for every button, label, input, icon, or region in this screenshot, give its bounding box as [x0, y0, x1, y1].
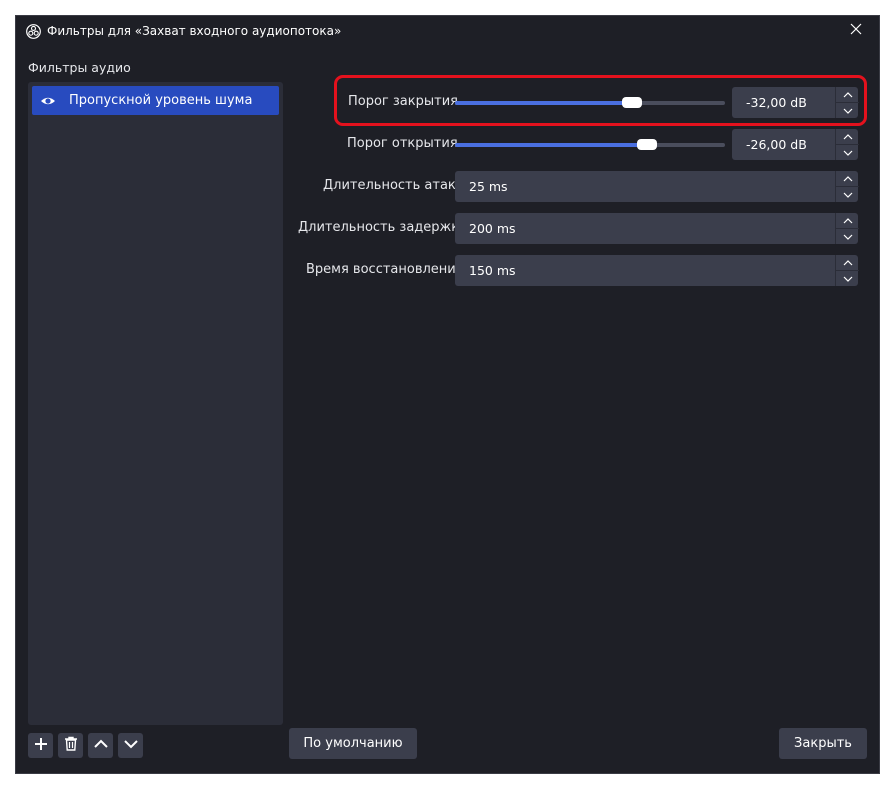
open-threshold-slider-handle[interactable]: [636, 139, 657, 150]
add-filter-button[interactable]: [28, 733, 53, 758]
hold-time-label: Длительность задержки: [298, 220, 468, 235]
plus-icon: [34, 737, 48, 755]
release-time-increase-button[interactable]: [835, 255, 859, 271]
open-threshold-spin-arrows: [835, 129, 859, 160]
title-bar: Фильтры для «Захват входного аудиопотока…: [16, 16, 879, 46]
chevron-up-icon: [843, 129, 853, 144]
chevron-down-icon: [843, 229, 853, 244]
chevron-down-icon: [843, 271, 853, 286]
chevron-up-icon: [93, 738, 108, 753]
close-threshold-slider[interactable]: [455, 97, 725, 108]
close-threshold-label: Порог закрытия: [348, 94, 458, 109]
chevron-up-icon: [843, 171, 853, 186]
attack-time-decrease-button[interactable]: [835, 187, 859, 202]
attack-time-spinbox[interactable]: 25 ms: [455, 171, 859, 202]
chevron-down-icon: [843, 103, 853, 118]
close-threshold-value: -32,00 dB: [746, 95, 807, 110]
filter-list: Пропускной уровень шума: [28, 82, 283, 725]
open-threshold-slider-fill: [455, 143, 647, 147]
filters-dialog: Фильтры для «Захват входного аудиопотока…: [16, 16, 879, 773]
release-time-spinbox[interactable]: 150 ms: [455, 255, 859, 286]
audio-filters-heading: Фильтры аудио: [28, 60, 131, 75]
chevron-up-icon: [843, 87, 853, 102]
window-close-button[interactable]: [833, 16, 879, 46]
chevron-down-icon: [843, 187, 853, 202]
eye-icon[interactable]: [40, 93, 56, 109]
open-threshold-slider[interactable]: [455, 139, 725, 150]
close-threshold-spin-arrows: [835, 87, 859, 118]
release-time-decrease-button[interactable]: [835, 271, 859, 286]
open-threshold-increase-button[interactable]: [835, 129, 859, 145]
open-threshold-value: -26,00 dB: [746, 137, 807, 152]
hold-time-increase-button[interactable]: [835, 213, 859, 229]
chevron-down-icon: [123, 738, 138, 753]
open-threshold-decrease-button[interactable]: [835, 145, 859, 160]
move-filter-down-button[interactable]: [118, 733, 143, 758]
close-icon: [850, 23, 862, 39]
hold-time-spinbox[interactable]: 200 ms: [455, 213, 859, 244]
release-time-spin-arrows: [835, 255, 859, 286]
release-time-label: Время восстановления: [306, 262, 464, 277]
attack-time-label: Длительность атаки: [323, 178, 465, 193]
chevron-down-icon: [843, 145, 853, 160]
close-threshold-decrease-button[interactable]: [835, 103, 859, 118]
close-threshold-slider-handle[interactable]: [621, 97, 642, 108]
close-threshold-increase-button[interactable]: [835, 87, 859, 103]
filter-item-label: Пропускной уровень шума: [69, 93, 253, 108]
open-threshold-label: Порог открытия: [347, 136, 458, 151]
chevron-up-icon: [843, 213, 853, 228]
attack-time-value: 25 ms: [469, 179, 508, 194]
move-filter-up-button[interactable]: [88, 733, 113, 758]
window-title: Фильтры для «Захват входного аудиопотока…: [47, 24, 342, 38]
chevron-up-icon: [843, 255, 853, 270]
trash-icon: [64, 736, 78, 755]
close-threshold-slider-fill: [455, 101, 632, 105]
attack-time-increase-button[interactable]: [835, 171, 859, 187]
close-threshold-spinbox[interactable]: -32,00 dB: [732, 87, 859, 118]
defaults-button[interactable]: По умолчанию: [289, 728, 417, 759]
hold-time-value: 200 ms: [469, 221, 516, 236]
hold-time-spin-arrows: [835, 213, 859, 244]
close-dialog-button[interactable]: Закрыть: [779, 728, 867, 759]
attack-time-spin-arrows: [835, 171, 859, 202]
remove-filter-button[interactable]: [58, 733, 83, 758]
hold-time-decrease-button[interactable]: [835, 229, 859, 244]
open-threshold-spinbox[interactable]: -26,00 dB: [732, 129, 859, 160]
obs-logo-icon: [26, 24, 41, 39]
filter-item-noise-gate[interactable]: Пропускной уровень шума: [32, 86, 279, 115]
release-time-value: 150 ms: [469, 263, 516, 278]
